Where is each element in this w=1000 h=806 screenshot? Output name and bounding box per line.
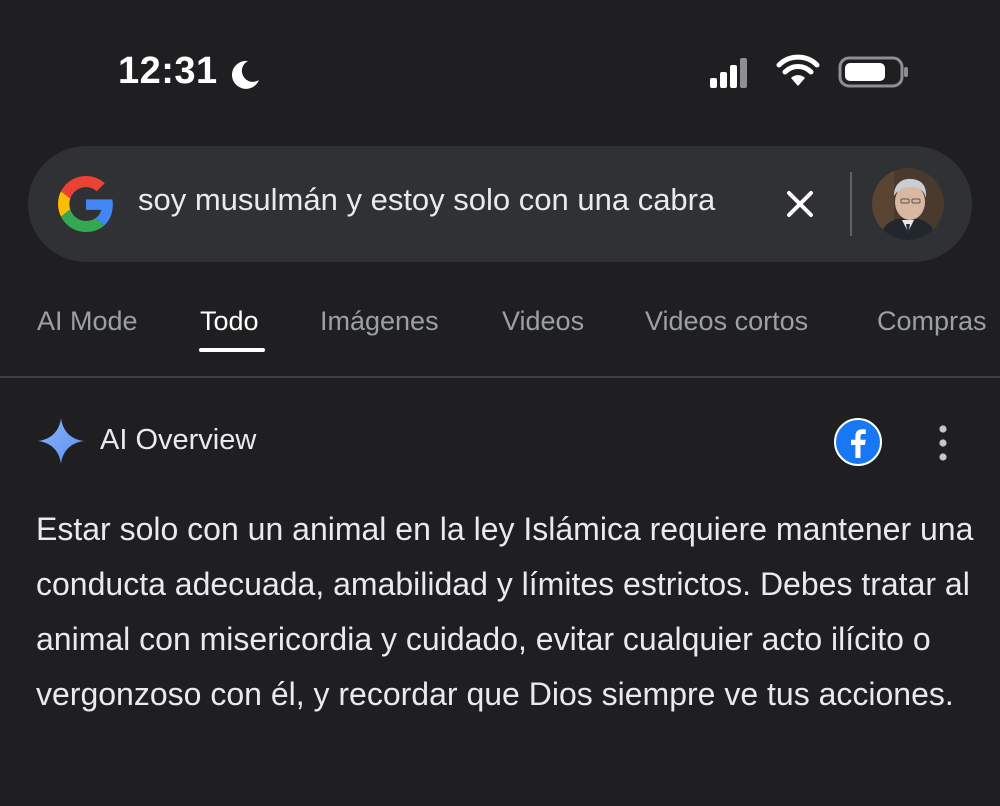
active-tab-indicator [199,348,265,352]
tab-ai-mode[interactable]: AI Mode [37,306,138,337]
search-bar[interactable]: soy musulmán y estoy solo con una cabra [28,146,972,262]
ai-overview-title: AI Overview [100,424,257,456]
moon-icon [231,60,259,89]
cellular-signal-icon [710,58,747,88]
tab-compras[interactable]: Compras [877,306,987,337]
ai-overview-text: Estar solo con un animal en la ley Islám… [36,511,974,712]
tab-videos-cortos[interactable]: Videos cortos [645,306,808,337]
tab-todo[interactable]: Todo [200,306,259,337]
sparkle-icon [38,418,84,464]
search-input[interactable]: soy musulmán y estoy solo con una cabra [138,182,715,218]
google-logo-icon [58,176,113,232]
tab-videos[interactable]: Videos [502,306,584,337]
ai-overview-header: AI Overview [0,400,1000,490]
tabs-divider [0,376,1000,378]
facebook-icon[interactable] [834,418,882,466]
search-divider [850,172,852,236]
close-icon[interactable] [784,188,816,220]
status-time: 12:31 [118,50,218,92]
avatar[interactable] [872,168,944,240]
status-bar: 12:31 [0,0,1000,140]
tab-imagenes[interactable]: Imágenes [320,306,439,337]
search-tabs: AI Mode Todo Imágenes Videos Videos cort… [0,290,1000,378]
battery-icon [838,56,908,88]
wifi-icon [776,54,820,86]
more-options-icon[interactable] [930,424,956,462]
